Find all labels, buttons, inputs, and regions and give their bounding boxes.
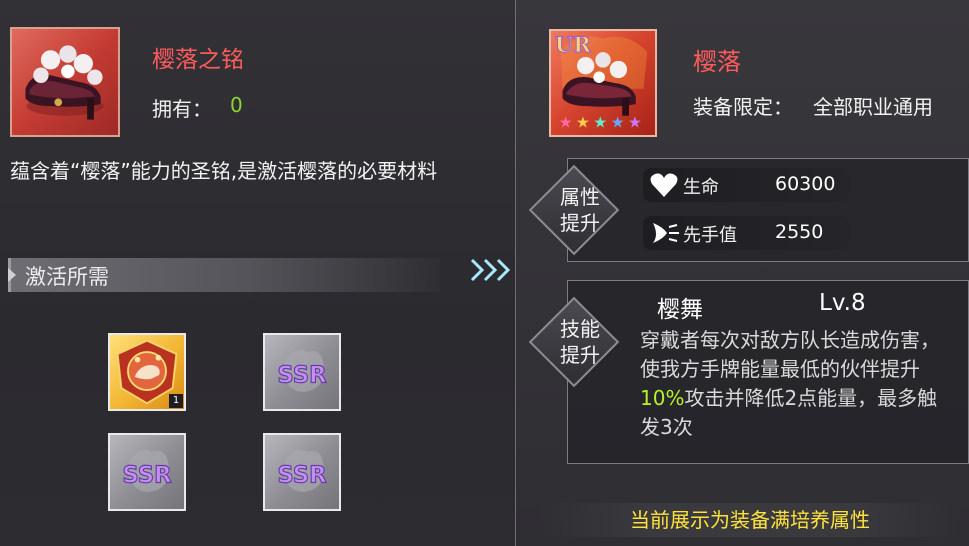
star-icon: ★ <box>576 113 590 131</box>
stat-initiative: 先手值 2550 <box>643 216 849 250</box>
ssr-label: SSR <box>277 462 327 488</box>
material-name: 樱落之铭 <box>152 47 244 73</box>
heart-icon <box>650 173 678 197</box>
ssr-label: SSR <box>277 362 327 388</box>
limit-value: 全部职业通用 <box>813 95 933 119</box>
ssr-icon: SSR <box>122 449 173 492</box>
stat-hp: 生命 60300 <box>643 168 849 202</box>
triple-chevron-right-icon <box>470 258 511 282</box>
material-item-icon[interactable] <box>10 27 120 137</box>
ssr-label: SSR <box>122 462 172 488</box>
stat-value: 2550 <box>775 221 824 243</box>
star-icon: ★ <box>559 113 573 131</box>
equipment-name: 樱落 <box>693 48 741 76</box>
ssr-icon: SSR <box>277 349 328 392</box>
skill-desc-highlight: 10% <box>640 386 685 410</box>
requirement-slot-ssr[interactable]: SSR <box>263 333 341 411</box>
speed-icon <box>653 223 679 243</box>
owned-label: 拥有： <box>152 97 212 121</box>
ssr-icon: SSR <box>277 449 328 492</box>
requirements-title: 激活所需 <box>25 265 109 289</box>
rarity-badge: UR <box>555 32 591 57</box>
requirement-slot-crest[interactable]: 1 <box>108 333 186 411</box>
star-icon: ★ <box>611 113 625 131</box>
requirements-header: 激活所需 <box>8 258 440 292</box>
material-description: 蕴含着“樱落”能力的圣铭,是激活樱落的必要材料 <box>10 159 438 183</box>
footer-text: 当前展示为装备满培养属性 <box>630 508 870 532</box>
shoe-icon <box>25 45 104 120</box>
attribute-label-line2: 提升 <box>560 211 600 235</box>
skill-label-line1: 技能 <box>560 317 600 341</box>
requirement-count: 1 <box>169 394 183 408</box>
star-icon: ★ <box>628 113 642 131</box>
attribute-label-line1: 属性 <box>560 185 600 209</box>
equipment-item-icon[interactable]: UR ★ ★ ★ ★ ★ <box>549 29 657 137</box>
attribute-section-label: 属性 提升 <box>555 184 605 236</box>
skill-desc-text: 攻击并降低2点能量，最多触发3次 <box>640 386 938 439</box>
star-icon: ★ <box>593 113 607 131</box>
stat-label: 生命 <box>683 177 719 198</box>
skill-name: 樱舞 <box>657 297 703 323</box>
stat-value: 60300 <box>775 173 836 195</box>
skill-description[interactable]: 穿戴者每次对敌方队长造成伤害，使我方手牌能量最低的伙伴提升 10%攻击并降低2点能… <box>640 326 952 462</box>
limit-label: 装备限定： <box>693 95 793 119</box>
stat-label: 先手值 <box>683 225 737 246</box>
equipment-limit: 装备限定： 全部职业通用 <box>693 91 933 120</box>
shoe-icon: UR ★ ★ ★ ★ ★ <box>554 32 648 131</box>
skill-label-line2: 提升 <box>560 343 600 367</box>
skill-desc-text: 穿戴者每次对敌方队长造成伤害，使我方手牌能量最低的伙伴提升 <box>640 328 940 381</box>
owned-count: 0 <box>230 93 243 117</box>
notch-icon <box>8 268 16 282</box>
requirement-slot-ssr[interactable]: SSR <box>263 433 341 511</box>
requirement-slot-ssr[interactable]: SSR <box>108 433 186 511</box>
skill-section-label: 技能 提升 <box>555 316 605 368</box>
footer-note: 当前展示为装备满培养属性 <box>540 503 960 537</box>
skill-level: Lv.8 <box>819 290 866 316</box>
star-rating: ★ ★ ★ ★ ★ <box>559 113 642 131</box>
